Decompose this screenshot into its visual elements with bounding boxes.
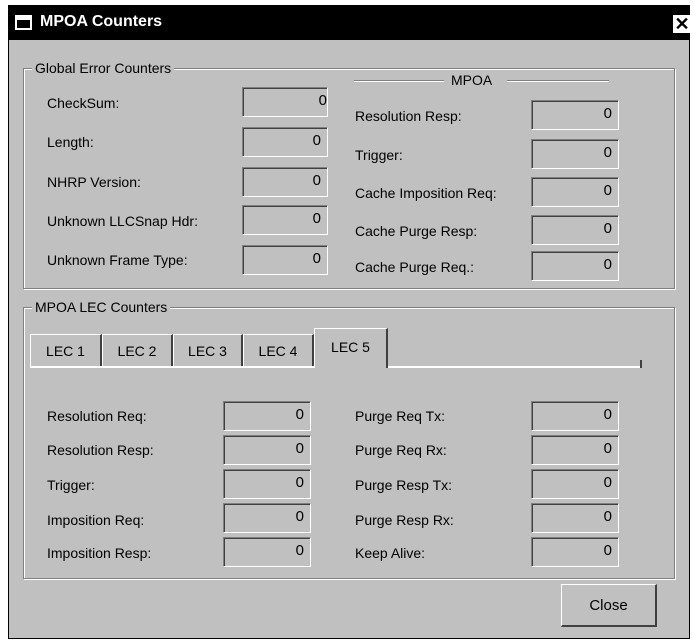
- unknown-llcsnap-hdr-label: Unknown LLCSnap Hdr:: [47, 213, 198, 229]
- lec-imposition-req-field[interactable]: 0: [223, 503, 311, 533]
- mpoa-trigger-label: Trigger:: [355, 147, 403, 163]
- mpoa-trigger-field[interactable]: 0: [531, 139, 619, 169]
- purge-resp-tx-label: Purge Resp Tx:: [355, 477, 453, 493]
- tab-lec-3[interactable]: LEC 3: [173, 334, 243, 368]
- keep-alive-field[interactable]: 0: [531, 537, 619, 567]
- lec-imposition-req-label: Imposition Req:: [47, 512, 145, 528]
- mpoa-resolution-resp-label: Resolution Resp:: [355, 108, 462, 124]
- purge-req-rx-label: Purge Req Rx:: [355, 442, 447, 458]
- nhrp-version-field[interactable]: 0: [242, 167, 328, 197]
- close-icon[interactable]: ✕: [673, 15, 691, 33]
- unknown-llcsnap-hdr-field[interactable]: 0: [242, 205, 328, 235]
- lec-imposition-resp-field[interactable]: 0: [223, 537, 311, 567]
- global-error-counters-group: Global Error Counters CheckSum: 0 Length…: [23, 60, 675, 289]
- lec-trigger-label: Trigger:: [47, 477, 95, 493]
- mpoa-resolution-resp-field[interactable]: 0: [531, 100, 619, 130]
- window-icon: [15, 15, 32, 30]
- purge-req-tx-label: Purge Req Tx:: [355, 408, 446, 424]
- cache-purge-resp-label: Cache Purge Resp:: [355, 223, 478, 239]
- close-button[interactable]: Close: [561, 584, 657, 627]
- purge-resp-tx-field[interactable]: 0: [531, 469, 619, 499]
- tab-lec-5[interactable]: LEC 5: [314, 328, 388, 368]
- lec-resolution-req-label: Resolution Req:: [47, 408, 147, 424]
- cache-imposition-req-field[interactable]: 0: [531, 177, 619, 207]
- checksum-label: CheckSum:: [47, 95, 120, 111]
- length-label: Length:: [47, 134, 94, 150]
- cache-purge-req-label: Cache Purge Req.:: [355, 259, 475, 275]
- lec-resolution-resp-label: Resolution Resp:: [47, 442, 154, 458]
- tab-lec-1[interactable]: LEC 1: [30, 334, 102, 368]
- mpoa-lec-counters-legend: MPOA LEC Counters: [32, 299, 171, 315]
- unknown-frame-type-label: Unknown Frame Type:: [47, 252, 188, 268]
- cache-purge-req-field[interactable]: 0: [531, 251, 619, 281]
- lec-resolution-req-field[interactable]: 0: [223, 401, 311, 431]
- checksum-field[interactable]: 0: [242, 87, 328, 117]
- purge-req-tx-field[interactable]: 0: [531, 401, 619, 431]
- tab-panel-right-edge: [640, 360, 642, 368]
- length-field[interactable]: 0: [242, 127, 328, 157]
- window-title: MPOA Counters: [40, 13, 163, 30]
- unknown-frame-type-field[interactable]: 0: [242, 245, 328, 275]
- nhrp-version-label: NHRP Version:: [47, 174, 141, 190]
- mpoa-lec-counters-group: MPOA LEC Counters LEC 1 LEC 2 LEC 3 LEC …: [23, 299, 675, 579]
- lec-resolution-resp-field[interactable]: 0: [223, 435, 311, 465]
- cache-purge-resp-field[interactable]: 0: [531, 215, 619, 245]
- lec-imposition-resp-label: Imposition Resp:: [47, 545, 152, 561]
- purge-resp-rx-label: Purge Resp Rx:: [355, 512, 454, 528]
- purge-req-rx-field[interactable]: 0: [531, 435, 619, 465]
- purge-resp-rx-field[interactable]: 0: [531, 503, 619, 533]
- tab-lec-4[interactable]: LEC 4: [243, 334, 314, 368]
- lec-trigger-field[interactable]: 0: [223, 469, 311, 499]
- tab-lec-2[interactable]: LEC 2: [102, 334, 173, 368]
- mpoa-divider-left: [354, 80, 444, 82]
- mpoa-divider-right: [507, 80, 609, 82]
- mpoa-counters-window: MPOA Counters ✕ Global Error Counters Ch…: [8, 5, 691, 639]
- keep-alive-label: Keep Alive:: [355, 545, 426, 561]
- title-bar[interactable]: MPOA Counters ✕: [9, 6, 691, 40]
- cache-imposition-req-label: Cache Imposition Req:: [355, 185, 497, 201]
- mpoa-heading: MPOA: [451, 72, 493, 88]
- global-error-counters-legend: Global Error Counters: [32, 60, 175, 76]
